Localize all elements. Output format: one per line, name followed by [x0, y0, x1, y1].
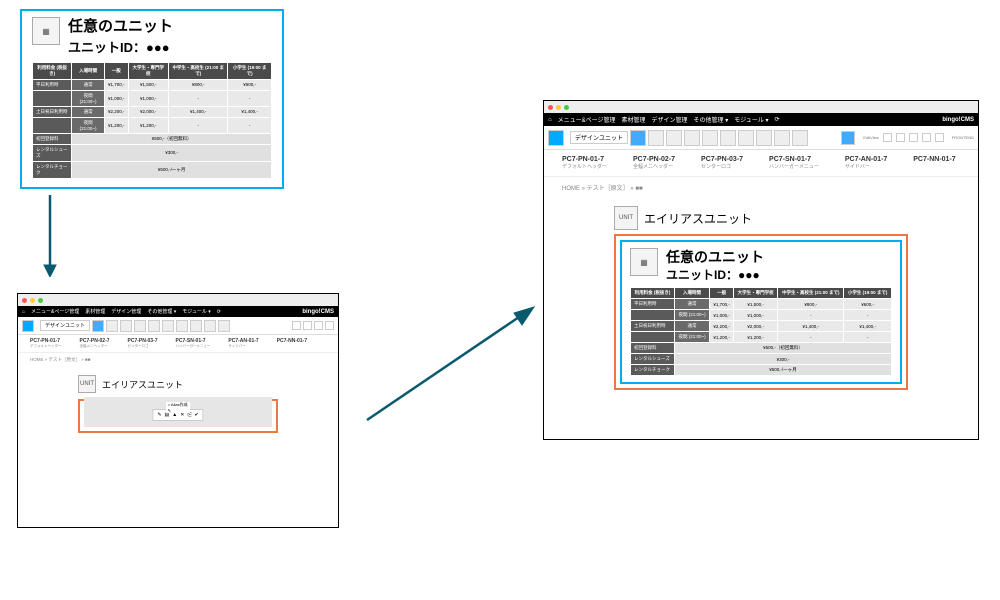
- source-unit-card: ▦ 任意のユニット ユニットID：●●● 利用料金 (税抜き)入場時間一般大学生…: [20, 9, 284, 189]
- device-btn[interactable]: [883, 133, 892, 142]
- template-tab[interactable]: PC7-NN-01-7: [277, 338, 307, 349]
- tool-btn[interactable]: [162, 320, 174, 332]
- tool-btn[interactable]: [756, 130, 772, 146]
- template-tab[interactable]: PC7-PN-03-7センターロゴ: [701, 156, 743, 170]
- tool-btn[interactable]: [630, 130, 646, 146]
- toolbar: デザインユニット: [18, 317, 338, 335]
- template-tab[interactable]: PC7-SN-01-7ハンバーガーメニュー: [176, 338, 211, 349]
- tool-btn[interactable]: [738, 130, 754, 146]
- alias-unit-title: エイリアスユニット: [644, 210, 752, 227]
- unit-icon: UNIT: [614, 206, 638, 230]
- backup-btn[interactable]: [922, 133, 931, 142]
- tool-btn[interactable]: [218, 320, 230, 332]
- template-tab[interactable]: PC7-PN-03-7センターロゴ: [128, 338, 158, 349]
- source-subtitle: ユニットID：●●●: [68, 37, 173, 56]
- source-title: 任意のユニット: [68, 17, 173, 37]
- alias-result-box: ▦ 任意のユニット ユニットID：●●● 利用料金 (税抜き)入場時間一般大学生…: [614, 234, 908, 390]
- tool-icon[interactable]: ✎: [157, 412, 161, 418]
- window-chrome: [18, 294, 338, 306]
- editview-btn[interactable]: [841, 131, 855, 145]
- breadcrumb: HOME » テスト［原文］ » ■■: [18, 353, 338, 367]
- grid-icon: ▦: [630, 248, 658, 276]
- template-tabs: PC7-PN-01-7デフォルトヘッダー PC7-PN-02-7全幅メニヘッダー P…: [18, 335, 338, 353]
- brand-label: bingo!CMS: [302, 309, 334, 315]
- alias-target-box[interactable]: > Alias作成 ✎ ✎ ▤ ▲ ✕ ⎘ ✔ Alias: [78, 399, 278, 433]
- tool-btn[interactable]: [548, 130, 564, 146]
- editor-window-before: ⌂ メニュー&ページ管理 素材管理 デザイン管理 その他管理 ▾ モジュール ▾…: [17, 293, 339, 528]
- menubar[interactable]: ⌂ メニュー&ページ管理 素材管理 デザイン管理 その他管理 ▾ モジュール ▾…: [544, 113, 978, 126]
- list-btn[interactable]: [935, 133, 944, 142]
- tool-btn[interactable]: [148, 320, 160, 332]
- unit-dropdown[interactable]: デザインユニット: [40, 320, 90, 331]
- home-icon[interactable]: ⌂: [548, 117, 552, 123]
- tool-btn[interactable]: [22, 320, 34, 332]
- device-btn[interactable]: [909, 133, 918, 142]
- breadcrumb: HOME » テスト［原文］ » ■■: [544, 177, 978, 198]
- template-tab[interactable]: PC7-PN-02-7全幅メニヘッダー: [80, 338, 110, 349]
- arrow-down-icon: [40, 195, 60, 277]
- template-tab[interactable]: PC7-PN-01-7デフォルトヘッダー: [30, 338, 62, 349]
- final-title: 任意のユニット: [666, 248, 764, 266]
- tool-btn[interactable]: [648, 130, 664, 146]
- tool-btn[interactable]: [92, 320, 104, 332]
- device-btn[interactable]: [896, 133, 905, 142]
- tool-btn[interactable]: [666, 130, 682, 146]
- tool-btn[interactable]: [106, 320, 118, 332]
- alias-unit-title: エイリアスユニット: [102, 378, 183, 391]
- price-table: 利用料金 (税抜き)入場時間一般大学生・専門学校中学生・高校生 (21:00 ま…: [630, 287, 892, 376]
- tool-btn[interactable]: [720, 130, 736, 146]
- unit-dropdown[interactable]: デザインユニット: [570, 131, 628, 144]
- template-tab[interactable]: PC7-PN-01-7デフォルトヘッダー: [562, 156, 607, 170]
- menubar[interactable]: ⌂ メニュー&ページ管理 素材管理 デザイン管理 その他管理 ▾ モジュール ▾…: [18, 306, 338, 317]
- tool-btn[interactable]: [120, 320, 132, 332]
- home-icon[interactable]: ⌂: [22, 309, 25, 315]
- template-tab[interactable]: PC7-NN-01-7: [913, 156, 955, 170]
- tool-btn[interactable]: [774, 130, 790, 146]
- tool-sm[interactable]: [314, 321, 323, 330]
- template-tab[interactable]: PC7-AN-01-7サイドバー: [845, 156, 887, 170]
- price-table: 利用料金 (税抜き)入場時間一般大学生・専門学校中学生・高校生 (21:00 ま…: [32, 62, 272, 179]
- toolbar: デザインユニット EditView FRONTEND: [544, 126, 978, 150]
- grid-icon: ▦: [32, 17, 60, 45]
- tool-icon[interactable]: ✔: [194, 412, 198, 418]
- tool-btn[interactable]: [204, 320, 216, 332]
- tool-sm[interactable]: [303, 321, 312, 330]
- editor-window-after: ⌂ メニュー&ページ管理 素材管理 デザイン管理 その他管理 ▾ モジュール ▾…: [543, 100, 979, 440]
- unit-icon: UNIT: [78, 375, 96, 393]
- template-tabs: PC7-PN-01-7デフォルトヘッダー PC7-PN-02-7全幅メニヘッダー P…: [544, 150, 978, 177]
- alias-mini-toolbar[interactable]: > Alias作成 ✎ ✎ ▤ ▲ ✕ ⎘ ✔: [152, 409, 203, 421]
- template-tab[interactable]: PC7-SN-01-7ハンバーガーメニュー: [769, 156, 819, 170]
- tool-sm[interactable]: [292, 321, 301, 330]
- tool-btn[interactable]: [702, 130, 718, 146]
- tool-btn[interactable]: [190, 320, 202, 332]
- arrow-diagonal-icon: [362, 305, 535, 425]
- tool-sm[interactable]: [325, 321, 334, 330]
- tool-btn[interactable]: [134, 320, 146, 332]
- template-tab[interactable]: PC7-PN-02-7全幅メニヘッダー: [633, 156, 675, 170]
- tool-btn[interactable]: [176, 320, 188, 332]
- final-subtitle: ユニットID：●●●: [666, 266, 764, 283]
- tool-btn[interactable]: [684, 130, 700, 146]
- template-tab[interactable]: PC7-AN-01-7サイドバー: [228, 338, 258, 349]
- tool-btn[interactable]: [792, 130, 808, 146]
- window-chrome: [544, 101, 978, 113]
- brand-label: bingo!CMS: [942, 117, 974, 123]
